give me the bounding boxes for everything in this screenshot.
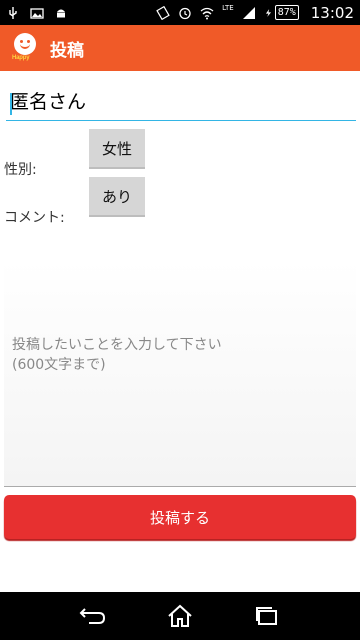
signal-icon [242, 6, 255, 19]
rotate-icon [156, 5, 170, 20]
back-icon [79, 608, 106, 624]
recent-apps-icon [255, 607, 277, 625]
back-button[interactable] [73, 596, 113, 636]
text-cursor [10, 93, 12, 115]
battery-percent: 87% [274, 5, 299, 20]
placeholder-line-1: 投稿したいことを入力して下さい [12, 337, 222, 353]
submit-button[interactable]: 投稿する [4, 495, 356, 539]
battery-indicator: 87% [264, 5, 299, 20]
action-bar: Happy 投稿 [0, 25, 360, 71]
page-title: 投稿 [50, 40, 84, 61]
comment-label: コメント: [4, 210, 65, 226]
comment-button[interactable]: あり [89, 177, 145, 217]
home-button[interactable] [160, 596, 200, 636]
message-placeholder: 投稿したいことを入力して下さい (600文字まで) [12, 335, 222, 375]
name-input[interactable] [6, 89, 356, 111]
gender-label: 性別: [4, 162, 37, 178]
recent-apps-button[interactable] [247, 596, 287, 636]
usb-icon [9, 6, 17, 19]
placeholder-line-2: (600文字まで) [12, 357, 106, 373]
charging-icon [265, 8, 271, 17]
comment-row: コメント: [4, 197, 65, 237]
gender-row: 性別: [4, 149, 37, 189]
name-field[interactable] [6, 89, 356, 121]
android-icon [57, 9, 65, 17]
status-bar: LTE 87% 13:02 [0, 0, 360, 25]
logo-text: Happy [12, 55, 30, 61]
home-icon [168, 604, 192, 627]
network-type: LTE [222, 3, 234, 12]
smiley-icon [14, 33, 36, 55]
alarm-icon [179, 7, 191, 19]
image-icon [30, 7, 44, 19]
app-logo[interactable]: Happy [12, 33, 38, 63]
navigation-bar [0, 592, 360, 640]
wifi-icon [200, 7, 214, 19]
message-textarea[interactable]: 投稿したいことを入力して下さい (600文字まで) [4, 261, 356, 487]
post-form: 性別: 女性 コメント: あり 投稿したいことを入力して下さい (600文字まで… [0, 71, 360, 592]
gender-button[interactable]: 女性 [89, 129, 145, 169]
clock: 13:02 [310, 3, 354, 22]
